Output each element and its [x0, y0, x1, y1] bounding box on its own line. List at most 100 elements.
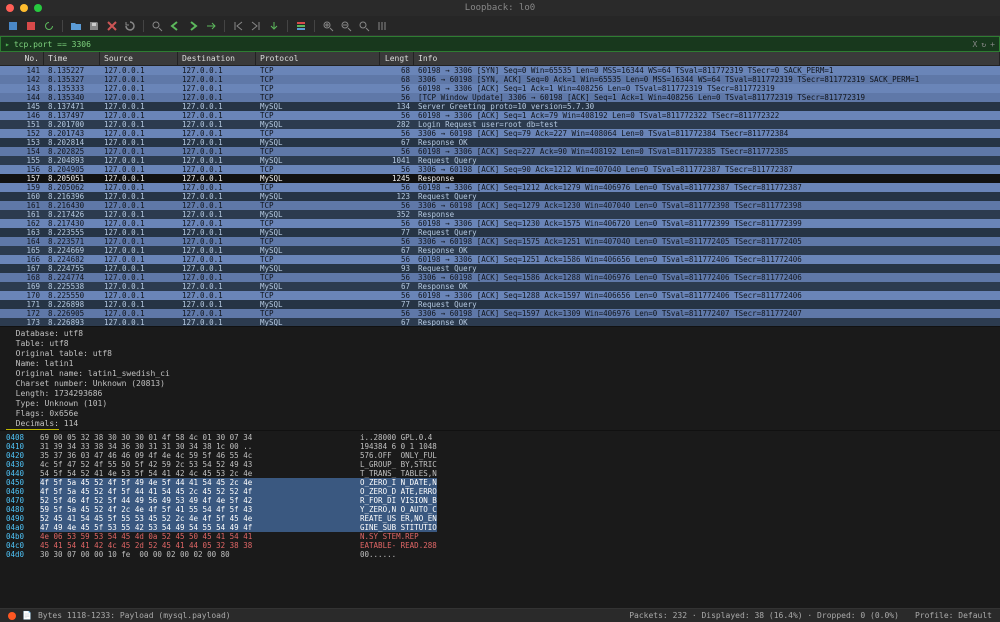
status-selection: Bytes 1118-1233: Payload (mysql.payload)	[38, 611, 231, 620]
save-file-icon[interactable]	[87, 19, 101, 33]
detail-field[interactable]: Decimals: 114	[6, 419, 994, 429]
go-forward-icon[interactable]	[186, 19, 200, 33]
capture-file-info-icon[interactable]: 📄	[22, 611, 32, 620]
column-source[interactable]: Source	[100, 52, 178, 65]
detail-field[interactable]: Database: utf8	[6, 329, 994, 339]
hex-line[interactable]: 041031 39 34 33 38 34 36 30 31 31 30 34 …	[6, 442, 994, 451]
zoom-reset-icon[interactable]	[357, 19, 371, 33]
zoom-out-icon[interactable]	[339, 19, 353, 33]
column-no[interactable]: No.	[0, 52, 44, 65]
hex-line[interactable]: 040869 00 05 32 38 30 30 30 01 4f 58 4c …	[6, 433, 994, 442]
packet-row[interactable]: 1648.223571127.0.0.1127.0.0.1TCP563306 →…	[0, 237, 1000, 246]
first-packet-icon[interactable]	[231, 19, 245, 33]
packet-row[interactable]: 1468.137497127.0.0.1127.0.0.1TCP5660198 …	[0, 111, 1000, 120]
find-packet-icon[interactable]	[150, 19, 164, 33]
column-time[interactable]: Time	[44, 52, 100, 65]
stop-capture-icon[interactable]	[24, 19, 38, 33]
hex-line[interactable]: 04a047 49 4e 45 5f 53 55 42 53 54 49 54 …	[6, 523, 994, 532]
column-info[interactable]: Info	[414, 52, 1000, 65]
packet-row[interactable]: 1428.135327127.0.0.1127.0.0.1TCP683306 →…	[0, 75, 1000, 84]
packet-row[interactable]: 1638.223555127.0.0.1127.0.0.1MySQL77Requ…	[0, 228, 1000, 237]
packet-bytes-pane[interactable]: 040869 00 05 32 38 30 30 30 01 4f 58 4c …	[0, 430, 1000, 608]
reload-icon[interactable]	[123, 19, 137, 33]
packet-list[interactable]: 1418.135227127.0.0.1127.0.0.1TCP6860198 …	[0, 66, 1000, 326]
hex-line[interactable]: 04d030 30 07 00 00 10 fe 00 00 02 00 02 …	[6, 550, 994, 559]
detail-field[interactable]: Length: 1734293686	[6, 389, 994, 399]
hex-line[interactable]: 049052 45 41 54 45 5f 55 53 45 52 2c 4e …	[6, 514, 994, 523]
hex-line[interactable]: 042035 37 36 03 47 46 46 09 4f 4e 4c 59 …	[6, 451, 994, 460]
packet-row[interactable]: 1688.224774127.0.0.1127.0.0.1TCP563306 →…	[0, 273, 1000, 282]
resize-columns-icon[interactable]	[375, 19, 389, 33]
status-profile[interactable]: Profile: Default	[915, 611, 992, 620]
last-packet-icon[interactable]	[249, 19, 263, 33]
maximize-window-button[interactable]	[34, 4, 42, 12]
packet-row[interactable]: 1578.205051127.0.0.1127.0.0.1MySQL1245Re…	[0, 174, 1000, 183]
column-length[interactable]: Lengt	[380, 52, 414, 65]
hex-line[interactable]: 04604f 5f 5a 45 52 4f 5f 44 41 54 45 2c …	[6, 487, 994, 496]
status-packet-count: Packets: 232 · Displayed: 38 (16.4%) · D…	[231, 611, 915, 620]
packet-row[interactable]: 1698.225538127.0.0.1127.0.0.1MySQL67Resp…	[0, 282, 1000, 291]
packet-row[interactable]: 1448.135340127.0.0.1127.0.0.1TCP56[TCP W…	[0, 93, 1000, 102]
status-bar: 📄 Bytes 1118-1233: Payload (mysql.payloa…	[0, 608, 1000, 622]
auto-scroll-icon[interactable]	[267, 19, 281, 33]
packet-row[interactable]: 1538.202814127.0.0.1127.0.0.1MySQL67Resp…	[0, 138, 1000, 147]
filter-bookmark-icon[interactable]: ▸	[5, 40, 10, 49]
packet-row[interactable]: 1618.217426127.0.0.1127.0.0.1MySQL352Res…	[0, 210, 1000, 219]
hex-line[interactable]: 04b04e 06 53 59 53 54 45 4d 0a 52 45 50 …	[6, 532, 994, 541]
detail-field[interactable]: Type: Unknown (101)	[6, 399, 994, 409]
colorize-icon[interactable]	[294, 19, 308, 33]
hex-line[interactable]: 04504f 5f 5a 45 52 4f 5f 49 4e 5f 44 41 …	[6, 478, 994, 487]
packet-row[interactable]: 1728.226905127.0.0.1127.0.0.1TCP563306 →…	[0, 309, 1000, 318]
column-destination[interactable]: Destination	[178, 52, 256, 65]
detail-field[interactable]: Flags: 0x656e	[6, 409, 994, 419]
detail-field[interactable]: Original name: latin1_swedish_ci	[6, 369, 994, 379]
packet-row[interactable]: 1418.135227127.0.0.1127.0.0.1TCP6860198 …	[0, 66, 1000, 75]
display-filter-bar: ▸ tcp.port == 3306 X ↻ +	[0, 36, 1000, 52]
packet-row[interactable]: 1438.135333127.0.0.1127.0.0.1TCP5660198 …	[0, 84, 1000, 93]
detail-field[interactable]: Charset number: Unknown (20813)	[6, 379, 994, 389]
restart-capture-icon[interactable]	[42, 19, 56, 33]
detail-field[interactable]: Original table: utf8	[6, 349, 994, 359]
packet-row[interactable]: 1628.217430127.0.0.1127.0.0.1TCP5660198 …	[0, 219, 1000, 228]
open-file-icon[interactable]	[69, 19, 83, 33]
filter-apply-icon[interactable]: ↻	[981, 40, 986, 49]
detail-field[interactable]: Name: latin1	[6, 359, 994, 369]
close-file-icon[interactable]	[105, 19, 119, 33]
main-toolbar	[0, 16, 1000, 36]
packet-row[interactable]: 1558.204893127.0.0.1127.0.0.1MySQL1041Re…	[0, 156, 1000, 165]
packet-row[interactable]: 1708.225550127.0.0.1127.0.0.1TCP5660198 …	[0, 291, 1000, 300]
hex-line[interactable]: 048059 5f 5a 45 52 4f 2c 4e 4f 5f 41 55 …	[6, 505, 994, 514]
packet-row[interactable]: 1668.224682127.0.0.1127.0.0.1TCP5660198 …	[0, 255, 1000, 264]
go-to-packet-icon[interactable]	[204, 19, 218, 33]
display-filter-input[interactable]: tcp.port == 3306	[14, 40, 973, 49]
hex-line[interactable]: 04c045 41 54 41 42 4c 45 2d 52 45 41 44 …	[6, 541, 994, 550]
packet-details-pane[interactable]: Database: utf8 Table: utf8 Original tabl…	[0, 326, 1000, 430]
packet-row[interactable]: 1718.226898127.0.0.1127.0.0.1MySQL77Requ…	[0, 300, 1000, 309]
detail-field[interactable]: Table: utf8	[6, 339, 994, 349]
packet-row[interactable]: 1568.204905127.0.0.1127.0.0.1TCP563306 →…	[0, 165, 1000, 174]
close-window-button[interactable]	[6, 4, 14, 12]
hex-line[interactable]: 044054 5f 54 52 41 4e 53 5f 54 41 42 4c …	[6, 469, 994, 478]
minimize-window-button[interactable]	[20, 4, 28, 12]
packet-row[interactable]: 1518.201700127.0.0.1127.0.0.1MySQL282Log…	[0, 120, 1000, 129]
zoom-in-icon[interactable]	[321, 19, 335, 33]
packet-row[interactable]: 1598.205062127.0.0.1127.0.0.1TCP5660198 …	[0, 183, 1000, 192]
packet-row[interactable]: 1678.224755127.0.0.1127.0.0.1MySQL93Requ…	[0, 264, 1000, 273]
packet-row[interactable]: 1658.224669127.0.0.1127.0.0.1MySQL67Resp…	[0, 246, 1000, 255]
expert-info-icon[interactable]	[8, 612, 16, 620]
filter-add-icon[interactable]: +	[990, 40, 995, 49]
packet-row[interactable]: 1618.216430127.0.0.1127.0.0.1TCP563306 →…	[0, 201, 1000, 210]
filter-clear-icon[interactable]: X	[973, 40, 978, 49]
packet-row[interactable]: 1608.216396127.0.0.1127.0.0.1MySQL123Req…	[0, 192, 1000, 201]
start-capture-icon[interactable]	[6, 19, 20, 33]
hex-line[interactable]: 04304c 5f 47 52 4f 55 50 5f 42 59 2c 53 …	[6, 460, 994, 469]
hex-line[interactable]: 047052 5f 46 4f 52 5f 44 49 56 49 53 49 …	[6, 496, 994, 505]
packet-list-header: No. Time Source Destination Protocol Len…	[0, 52, 1000, 66]
column-protocol[interactable]: Protocol	[256, 52, 380, 65]
packet-row[interactable]: 1738.226893127.0.0.1127.0.0.1MySQL67Resp…	[0, 318, 1000, 326]
window-titlebar: Loopback: lo0	[0, 0, 1000, 16]
packet-row[interactable]: 1458.137471127.0.0.1127.0.0.1MySQL134Ser…	[0, 102, 1000, 111]
packet-row[interactable]: 1528.201743127.0.0.1127.0.0.1TCP563306 →…	[0, 129, 1000, 138]
packet-row[interactable]: 1548.202825127.0.0.1127.0.0.1TCP5660198 …	[0, 147, 1000, 156]
go-back-icon[interactable]	[168, 19, 182, 33]
